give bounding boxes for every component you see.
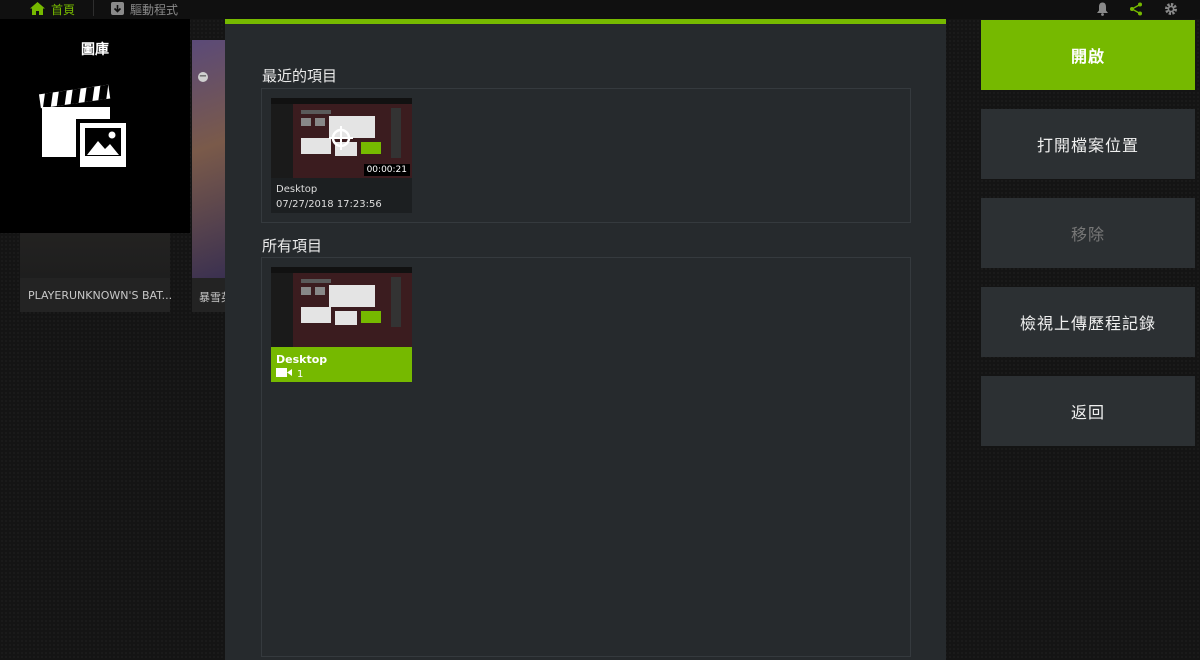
folder-name: Desktop xyxy=(276,353,328,366)
view-upload-history-button[interactable]: 檢視上傳歷程記錄 xyxy=(981,287,1195,357)
open-file-location-button[interactable]: 打開檔案位置 xyxy=(981,109,1195,179)
driver-icon xyxy=(111,1,124,18)
game-title: PLAYERUNKNOWN'S BAT... xyxy=(28,289,173,302)
all-items-list: Desktop 1 xyxy=(261,257,911,657)
recent-items-list: 00:00:21 Desktop 07/27/2018 17:23:56 xyxy=(261,88,911,223)
media-item-date: 07/27/2018 17:23:56 xyxy=(276,199,382,210)
dialog-accent-bar xyxy=(225,19,946,24)
media-folder-card[interactable]: Desktop 1 xyxy=(271,267,412,382)
back-button[interactable]: 返回 xyxy=(981,376,1195,446)
nav-home[interactable]: 首頁 xyxy=(30,0,75,19)
gallery-title: 圖庫 xyxy=(81,42,109,58)
game-card[interactable]: 暴雪英 xyxy=(192,40,232,312)
clapperboard-image-icon xyxy=(38,79,130,175)
home-icon xyxy=(30,1,45,18)
video-count: 1 xyxy=(276,368,303,380)
nav-home-label: 首頁 xyxy=(51,3,76,17)
media-item-card[interactable]: 00:00:21 Desktop 07/27/2018 17:23:56 xyxy=(271,98,412,213)
video-camera-icon xyxy=(276,368,292,380)
bell-icon[interactable] xyxy=(1094,1,1110,17)
nav-divider xyxy=(93,0,94,16)
all-section-title: 所有項目 xyxy=(262,237,323,255)
video-count-value: 1 xyxy=(297,368,304,380)
gear-icon[interactable] xyxy=(1163,1,1179,17)
nav-drivers[interactable]: 驅動程式 xyxy=(111,0,178,19)
nav-drivers-label: 驅動程式 xyxy=(130,3,179,17)
gallery-dialog: 最近的項目 00:00:21 Desktop 07/27/2018 17:23:… xyxy=(225,19,946,660)
share-icon[interactable] xyxy=(1128,1,1144,17)
selected-highlight: Desktop 1 xyxy=(271,347,412,382)
video-thumbnail: 00:00:21 xyxy=(271,98,412,178)
remove-button[interactable]: 移除 xyxy=(981,198,1195,268)
recent-section-title: 最近的項目 xyxy=(262,67,338,85)
gallery-tile[interactable]: 圖庫 xyxy=(0,19,190,233)
minus-circle-icon[interactable]: − xyxy=(198,72,208,82)
video-duration: 00:00:21 xyxy=(363,164,410,176)
media-item-name: Desktop xyxy=(276,184,318,195)
top-nav-bar: 首頁 驅動程式 xyxy=(0,0,1200,19)
folder-thumbnail xyxy=(271,267,412,347)
open-button[interactable]: 開啟 xyxy=(981,20,1195,90)
